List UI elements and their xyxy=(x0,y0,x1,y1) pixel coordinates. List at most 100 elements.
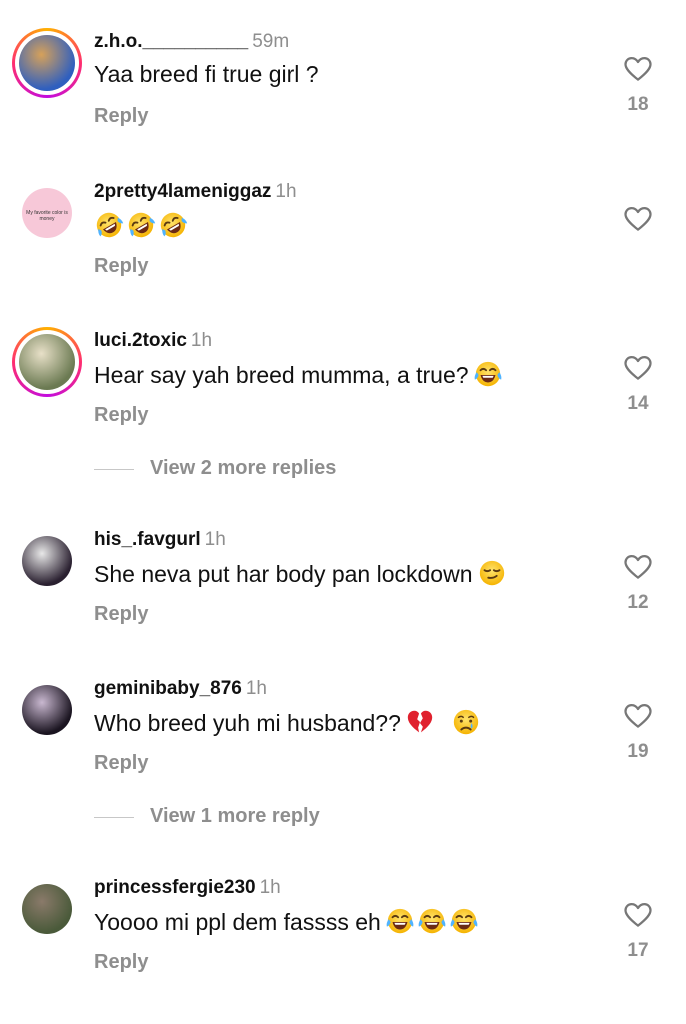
comment-text: Yaa breed fi true girl ? xyxy=(94,60,319,88)
rofl-emoji xyxy=(94,210,124,240)
laughing-tears-emoji xyxy=(473,359,503,389)
avatar[interactable] xyxy=(12,526,82,596)
heart-icon xyxy=(622,701,654,731)
laughing-tears-emoji xyxy=(385,906,415,936)
comment-item: luci.2toxic 1h Hear say yah breed mumma, a… xyxy=(0,327,686,457)
username-link[interactable]: princessfergie230 xyxy=(94,877,256,898)
story-ring xyxy=(15,31,79,95)
laughing-tears-emoji xyxy=(449,906,479,936)
comment-item: My favorite color is money 2pretty4lameni… xyxy=(0,178,686,308)
reply-button[interactable]: Reply xyxy=(94,950,148,974)
divider-line xyxy=(94,817,134,818)
avatar[interactable] xyxy=(12,874,82,944)
like-control: 14 xyxy=(620,353,656,415)
like-control xyxy=(620,204,656,234)
comment-item: geminibaby_876 1h Who breed yuh mi husband… xyxy=(0,675,686,805)
avatar[interactable]: My favorite color is money xyxy=(12,178,82,248)
comment-item: princessfergie230 1h Yoooo mi ppl dem fass… xyxy=(0,874,686,1004)
avatar[interactable] xyxy=(12,327,82,397)
heart-icon xyxy=(622,900,654,930)
laughing-tears-emoji xyxy=(473,359,503,389)
avatar-image xyxy=(22,685,72,735)
heart-icon xyxy=(622,204,654,234)
heart-icon xyxy=(622,552,654,582)
like-count: 14 xyxy=(627,393,649,414)
like-control: 17 xyxy=(620,900,656,962)
avatar-image: My favorite color is money xyxy=(22,188,72,238)
like-count: 19 xyxy=(627,741,649,762)
comment-body: Yoooo mi ppl dem fassss eh xyxy=(94,909,381,935)
broken-heart-emoji xyxy=(405,707,435,737)
comment-text: Yoooo mi ppl dem fassss eh xyxy=(94,906,481,936)
like-button[interactable] xyxy=(620,552,656,582)
laughing-tears-emoji xyxy=(449,906,479,936)
like-button[interactable] xyxy=(620,701,656,731)
comment-body: She neva put har body pan lockdown xyxy=(94,561,473,587)
rofl-emoji xyxy=(126,210,156,240)
reply-button[interactable]: Reply xyxy=(94,602,148,626)
rofl-emoji xyxy=(94,210,124,240)
avatar[interactable] xyxy=(12,675,82,745)
timestamp: 1h xyxy=(204,529,226,550)
rofl-emoji xyxy=(126,210,156,240)
timestamp: 1h xyxy=(259,877,281,898)
heart-icon xyxy=(622,353,654,383)
rofl-emoji xyxy=(158,210,188,240)
like-count: 12 xyxy=(627,592,649,613)
heart-icon xyxy=(622,54,654,84)
avatar-image xyxy=(19,35,75,91)
crying-emoji xyxy=(451,707,481,737)
reply-button[interactable]: Reply xyxy=(94,403,148,427)
like-button[interactable] xyxy=(620,54,656,84)
avatar-image xyxy=(22,884,72,934)
comment-text: She neva put har body pan lockdown xyxy=(94,558,509,588)
comment-header: his_.favgurl 1h xyxy=(94,529,226,551)
username-link[interactable]: z.h.o.__________ xyxy=(94,31,248,52)
comment-header: z.h.o.__________ 59m xyxy=(94,31,289,53)
comment-body: Hear say yah breed mumma, a true? xyxy=(94,362,469,388)
view-more-replies-label[interactable]: View 2 more replies xyxy=(150,457,336,480)
comment-header: princessfergie230 1h xyxy=(94,877,281,899)
like-button[interactable] xyxy=(620,204,656,234)
username-link[interactable]: luci.2toxic xyxy=(94,330,187,351)
laughing-tears-emoji xyxy=(417,906,447,936)
username-link[interactable]: geminibaby_876 xyxy=(94,678,242,699)
like-control: 18 xyxy=(620,54,656,116)
timestamp: 1h xyxy=(190,330,213,351)
view-more-replies-label[interactable]: View 1 more reply xyxy=(150,805,320,828)
like-control: 19 xyxy=(620,701,656,763)
like-count: 18 xyxy=(627,94,649,115)
reply-button[interactable]: Reply xyxy=(94,751,148,775)
smirk-emoji xyxy=(477,558,507,588)
avatar-image xyxy=(22,536,72,586)
rofl-emoji xyxy=(158,210,188,240)
like-count: 17 xyxy=(627,940,649,961)
comment-text: Hear say yah breed mumma, a true? xyxy=(94,359,505,389)
crying-emoji xyxy=(451,707,481,737)
comment-text xyxy=(94,210,190,240)
comment-item: his_.favgurl 1h She neva put har body pan … xyxy=(0,526,686,656)
timestamp: 59m xyxy=(252,31,290,52)
like-control: 12 xyxy=(620,552,656,614)
avatar[interactable] xyxy=(12,28,82,98)
reply-button[interactable]: Reply xyxy=(94,104,148,128)
username-link[interactable]: his_.favgurl xyxy=(94,529,201,550)
comment-item: z.h.o.__________ 59m Yaa breed fi true gir… xyxy=(0,28,686,158)
like-button[interactable] xyxy=(620,353,656,383)
laughing-tears-emoji xyxy=(385,906,415,936)
timestamp: 1h xyxy=(275,181,297,202)
smirk-emoji xyxy=(477,558,507,588)
like-button[interactable] xyxy=(620,900,656,930)
reply-button[interactable]: Reply xyxy=(94,254,148,278)
username-link[interactable]: 2pretty4lameniggaz xyxy=(94,181,271,202)
avatar-caption: My favorite color is money xyxy=(26,210,68,222)
laughing-tears-emoji xyxy=(417,906,447,936)
timestamp: 1h xyxy=(245,678,267,699)
avatar-image xyxy=(19,334,75,390)
comment-body: Who breed yuh mi husband?? xyxy=(94,710,401,736)
comment-header: geminibaby_876 1h xyxy=(94,678,267,700)
comment-text: Who breed yuh mi husband?? xyxy=(94,707,483,737)
story-ring xyxy=(15,330,79,394)
comment-body: Yaa breed fi true girl ? xyxy=(94,61,319,87)
divider-line xyxy=(94,469,134,470)
